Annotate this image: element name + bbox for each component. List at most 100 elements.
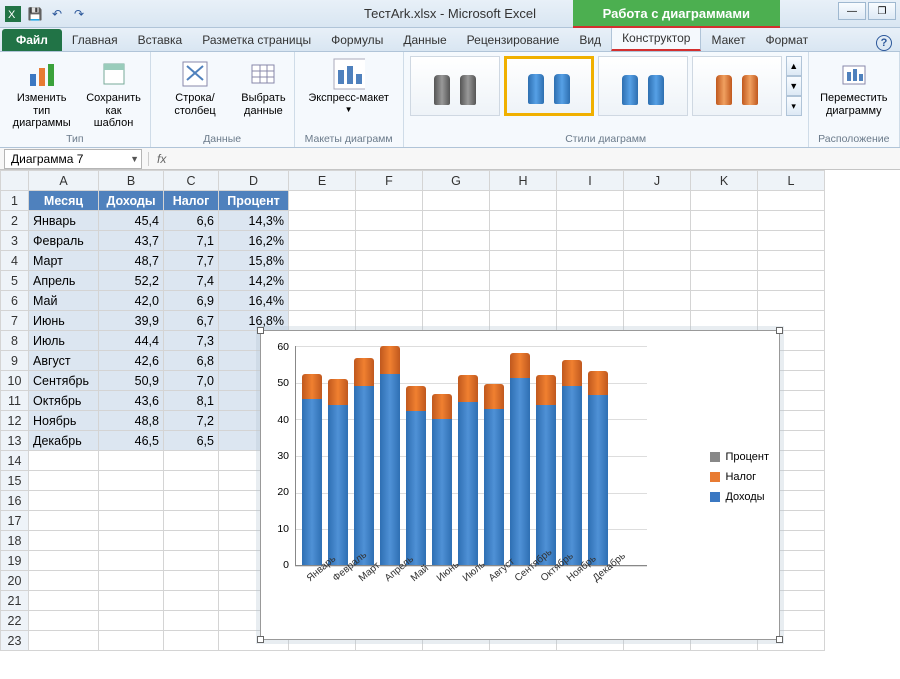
cell[interactable]: Октябрь bbox=[29, 391, 99, 411]
save-as-template-button[interactable]: Сохранить как шаблон bbox=[83, 56, 143, 132]
cell[interactable] bbox=[164, 571, 219, 591]
cell[interactable] bbox=[289, 191, 356, 211]
cell[interactable]: 7,2 bbox=[164, 411, 219, 431]
legend[interactable]: Процент Налог Доходы bbox=[710, 451, 769, 503]
cell[interactable]: 16,2% bbox=[219, 231, 289, 251]
cell[interactable] bbox=[99, 611, 164, 631]
chart-style-3[interactable] bbox=[598, 56, 688, 116]
cell[interactable]: 42,0 bbox=[99, 291, 164, 311]
cell[interactable]: Январь bbox=[29, 211, 99, 231]
row-header[interactable]: 16 bbox=[1, 491, 29, 511]
cell[interactable] bbox=[289, 311, 356, 331]
bar-segment-income[interactable] bbox=[406, 411, 426, 565]
cell[interactable] bbox=[490, 191, 557, 211]
cell[interactable]: 7,1 bbox=[164, 231, 219, 251]
cell[interactable] bbox=[289, 271, 356, 291]
tab-home[interactable]: Главная bbox=[62, 29, 128, 51]
cell[interactable]: 7,4 bbox=[164, 271, 219, 291]
cell[interactable] bbox=[624, 251, 691, 271]
cell[interactable] bbox=[164, 491, 219, 511]
row-header[interactable]: 12 bbox=[1, 411, 29, 431]
cell[interactable] bbox=[758, 211, 825, 231]
bar-segment-tax[interactable] bbox=[458, 375, 478, 402]
cell[interactable] bbox=[164, 591, 219, 611]
bar[interactable] bbox=[562, 360, 582, 565]
cell[interactable]: 6,9 bbox=[164, 291, 219, 311]
cell[interactable] bbox=[624, 271, 691, 291]
legend-item-tax[interactable]: Налог bbox=[710, 471, 769, 483]
cell[interactable]: Июль bbox=[29, 331, 99, 351]
bar[interactable] bbox=[458, 375, 478, 565]
bar[interactable] bbox=[302, 374, 322, 565]
fx-icon[interactable]: fx bbox=[148, 152, 166, 166]
cell[interactable]: 6,6 bbox=[164, 211, 219, 231]
cell[interactable] bbox=[99, 631, 164, 651]
bar-segment-tax[interactable] bbox=[510, 353, 530, 379]
bar-segment-tax[interactable] bbox=[432, 394, 452, 419]
bar-segment-tax[interactable] bbox=[562, 360, 582, 386]
cell[interactable] bbox=[423, 211, 490, 231]
cell[interactable] bbox=[99, 531, 164, 551]
row-header[interactable]: 22 bbox=[1, 611, 29, 631]
bar-segment-income[interactable] bbox=[536, 405, 556, 565]
col-header-F[interactable]: F bbox=[356, 171, 423, 191]
cell[interactable] bbox=[164, 471, 219, 491]
cell[interactable]: Июнь bbox=[29, 311, 99, 331]
cell[interactable] bbox=[758, 251, 825, 271]
row-header[interactable]: 23 bbox=[1, 631, 29, 651]
cell[interactable] bbox=[29, 551, 99, 571]
cell[interactable]: 43,6 bbox=[99, 391, 164, 411]
cell[interactable] bbox=[29, 451, 99, 471]
cell[interactable] bbox=[164, 531, 219, 551]
cell[interactable] bbox=[289, 231, 356, 251]
col-header-J[interactable]: J bbox=[624, 171, 691, 191]
col-header-I[interactable]: I bbox=[557, 171, 624, 191]
cell[interactable]: 52,2 bbox=[99, 271, 164, 291]
cell[interactable]: 42,6 bbox=[99, 351, 164, 371]
cell[interactable]: 43,7 bbox=[99, 231, 164, 251]
row-header[interactable]: 15 bbox=[1, 471, 29, 491]
cell[interactable] bbox=[557, 211, 624, 231]
cell[interactable]: 6,8 bbox=[164, 351, 219, 371]
cell[interactable] bbox=[624, 211, 691, 231]
bar[interactable] bbox=[328, 379, 348, 565]
cell[interactable]: Ноябрь bbox=[29, 411, 99, 431]
cell[interactable]: 44,4 bbox=[99, 331, 164, 351]
cell[interactable] bbox=[99, 591, 164, 611]
bar[interactable] bbox=[406, 386, 426, 565]
cell[interactable] bbox=[356, 291, 423, 311]
cell[interactable]: 14,2% bbox=[219, 271, 289, 291]
cell[interactable] bbox=[29, 511, 99, 531]
cell[interactable]: 7,3 bbox=[164, 331, 219, 351]
cell[interactable] bbox=[490, 271, 557, 291]
bar-segment-income[interactable] bbox=[380, 374, 400, 565]
cell[interactable]: 8,1 bbox=[164, 391, 219, 411]
bar[interactable] bbox=[354, 358, 374, 565]
bar-segment-income[interactable] bbox=[354, 386, 374, 565]
cell[interactable] bbox=[423, 311, 490, 331]
cell[interactable] bbox=[29, 631, 99, 651]
col-header-A[interactable]: A bbox=[29, 171, 99, 191]
row-header[interactable]: 17 bbox=[1, 511, 29, 531]
bar[interactable] bbox=[510, 353, 530, 565]
cell[interactable]: Налог bbox=[164, 191, 219, 211]
plot-area[interactable] bbox=[295, 346, 647, 566]
cell[interactable] bbox=[289, 211, 356, 231]
bar[interactable] bbox=[432, 394, 452, 565]
cell[interactable]: 16,8% bbox=[219, 311, 289, 331]
tab-insert[interactable]: Вставка bbox=[128, 29, 193, 51]
cell[interactable] bbox=[356, 211, 423, 231]
cell[interactable] bbox=[624, 231, 691, 251]
chevron-down-icon[interactable]: ▼ bbox=[130, 154, 139, 164]
resize-handle[interactable] bbox=[776, 327, 783, 334]
cell[interactable]: 7,0 bbox=[164, 371, 219, 391]
tab-data[interactable]: Данные bbox=[393, 29, 456, 51]
chart-object[interactable]: 6050403020100 ЯнварьФевральМартАпрельМай… bbox=[260, 330, 780, 640]
cell[interactable] bbox=[691, 251, 758, 271]
resize-handle[interactable] bbox=[776, 636, 783, 643]
cell[interactable] bbox=[164, 631, 219, 651]
cell[interactable] bbox=[29, 471, 99, 491]
cell[interactable] bbox=[423, 271, 490, 291]
bar-segment-tax[interactable] bbox=[354, 358, 374, 386]
row-header[interactable]: 5 bbox=[1, 271, 29, 291]
